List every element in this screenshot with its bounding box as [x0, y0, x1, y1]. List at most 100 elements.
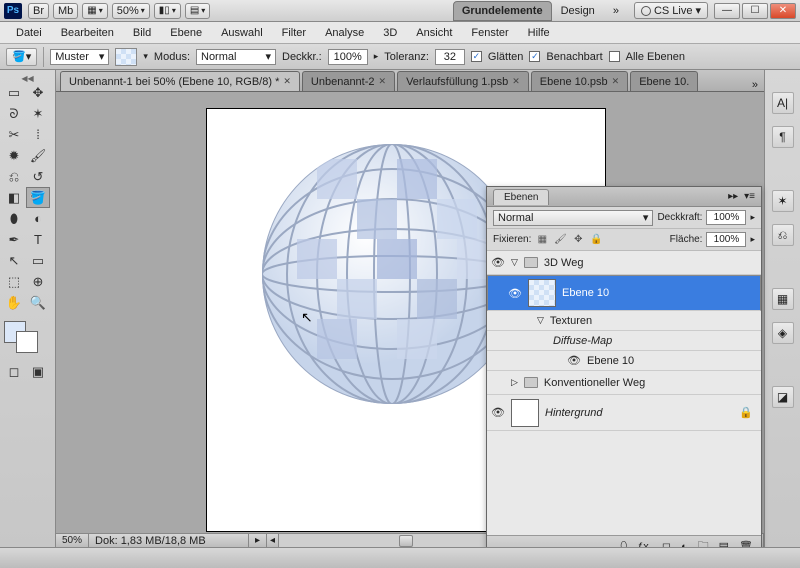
screen-mode-button[interactable]: ▮▯▾	[154, 3, 181, 19]
layer-diffusemap[interactable]: Diffuse-Map	[487, 331, 761, 351]
menu-datei[interactable]: Datei	[8, 25, 50, 41]
info-menu[interactable]: ▸	[249, 534, 267, 547]
minimize-button[interactable]: —	[714, 3, 740, 19]
3d-tool[interactable]: ⬚	[2, 271, 26, 292]
color-swatches[interactable]	[2, 319, 53, 355]
tabs-overflow[interactable]: »	[746, 79, 764, 91]
visibility-icon[interactable]: 👁	[508, 286, 522, 300]
close-icon[interactable]: ✕	[283, 76, 291, 87]
menu-fenster[interactable]: Fenster	[463, 25, 516, 41]
pen-tool[interactable]: ✒	[2, 229, 26, 250]
disclosure-icon[interactable]: ▽	[511, 257, 518, 268]
dodge-tool[interactable]: ◐	[26, 208, 50, 229]
stamp-tool[interactable]: ⎌	[2, 166, 26, 187]
clone-icon[interactable]: ⎌	[772, 224, 794, 246]
close-icon[interactable]: ✕	[612, 76, 620, 87]
cslive-button[interactable]: CS Live▾	[634, 2, 708, 19]
doc-tab-3[interactable]: Verlaufsfüllung 1.psb✕	[397, 71, 529, 91]
type-tool[interactable]: T	[26, 229, 50, 250]
alllayers-checkbox[interactable]	[609, 51, 620, 62]
tool-preset-button[interactable]: 🪣▾	[6, 48, 37, 66]
workspace-design[interactable]: Design	[552, 1, 604, 21]
zoom-readout[interactable]: 50%	[56, 534, 89, 547]
opacity-input[interactable]	[328, 49, 368, 65]
visibility-icon[interactable]: 👁	[491, 256, 505, 270]
character-icon[interactable]: A|	[772, 92, 794, 114]
layers-dock-icon[interactable]: ◪	[772, 386, 794, 408]
workspace-more[interactable]: »	[604, 1, 628, 21]
layer-group-3dweg[interactable]: 👁 ▽ 3D Weg	[487, 251, 761, 275]
marquee-tool[interactable]: ▭	[2, 82, 26, 103]
layer-ebene10[interactable]: 👁 Ebene 10	[487, 275, 761, 311]
layers-tab[interactable]: Ebenen	[493, 189, 549, 205]
menu-bild[interactable]: Bild	[125, 25, 159, 41]
collapse-icon[interactable]: ◀◀	[2, 74, 53, 82]
eyedropper-tool[interactable]: ⁞	[26, 124, 50, 145]
shape-tool[interactable]: ▭	[26, 250, 50, 271]
history-brush-tool[interactable]: ↺	[26, 166, 50, 187]
layer-sub-ebene10[interactable]: 👁 Ebene 10	[487, 351, 761, 371]
layer-thumbnail[interactable]	[528, 279, 556, 307]
menu-hilfe[interactable]: Hilfe	[520, 25, 558, 41]
arrange-button[interactable]: ▦▾	[82, 3, 107, 19]
maximize-button[interactable]: ☐	[742, 3, 768, 19]
menu-auswahl[interactable]: Auswahl	[213, 25, 271, 41]
panel-menu-icon[interactable]: ▾≡	[744, 191, 755, 202]
close-icon[interactable]: ✕	[512, 76, 520, 87]
workspace-grundelemente[interactable]: Grundelemente	[453, 1, 552, 21]
lock-transparent-icon[interactable]: ▦	[535, 233, 549, 247]
scrollbar-thumb[interactable]	[399, 535, 413, 547]
menu-bearbeiten[interactable]: Bearbeiten	[53, 25, 122, 41]
heal-tool[interactable]: ✹	[2, 145, 26, 166]
wand-tool[interactable]: ✶	[26, 103, 50, 124]
background-swatch[interactable]	[16, 331, 38, 353]
lasso-tool[interactable]: ᘐ	[2, 103, 26, 124]
blur-tool[interactable]: ⬮	[2, 208, 26, 229]
brush-tool[interactable]: 🖌	[26, 145, 50, 166]
move-tool[interactable]: ✥	[26, 82, 50, 103]
minibridge-button[interactable]: Mb	[53, 3, 78, 19]
tolerance-input[interactable]	[435, 49, 465, 65]
crop-tool[interactable]: ✂	[2, 124, 26, 145]
zoom-tool[interactable]: 🔍	[26, 292, 50, 313]
3d-camera-tool[interactable]: ⊕	[26, 271, 50, 292]
close-button[interactable]: ✕	[770, 3, 796, 19]
menu-ansicht[interactable]: Ansicht	[408, 25, 460, 41]
lock-all-icon[interactable]: 🔒	[589, 233, 603, 247]
eraser-tool[interactable]: ◧	[2, 187, 26, 208]
bridge-button[interactable]: Br	[28, 3, 49, 19]
zoom-dropdown[interactable]: 50%▾	[112, 3, 150, 19]
screenmode-button[interactable]: ▣	[26, 361, 50, 382]
path-tool[interactable]: ↖	[2, 250, 26, 271]
paragraph-icon[interactable]: ¶	[772, 126, 794, 148]
doc-info[interactable]: Dok: 1,83 MB/18,8 MB	[89, 534, 249, 547]
bucket-tool[interactable]: 🪣	[26, 187, 50, 208]
layer-group-konventionell[interactable]: 👁 ▷ Konventioneller Weg	[487, 371, 761, 395]
blend-mode-select[interactable]: Normal▾	[196, 49, 276, 65]
layer-hintergrund[interactable]: 👁 Hintergrund 🔒	[487, 395, 761, 431]
disclosure-icon[interactable]: ▷	[511, 377, 518, 388]
menu-ebene[interactable]: Ebene	[162, 25, 210, 41]
visibility-icon[interactable]: 👁	[567, 354, 581, 368]
brushes-icon[interactable]: ✶	[772, 190, 794, 212]
visibility-icon[interactable]: 👁	[491, 406, 505, 420]
panel-collapse-icon[interactable]: ▸▸	[728, 191, 738, 202]
disclosure-icon[interactable]: ▽	[537, 315, 544, 326]
lock-pixels-icon[interactable]: 🖌	[553, 233, 567, 247]
doc-tab-1[interactable]: Unbenannt-1 bei 50% (Ebene 10, RGB/8) *✕	[60, 71, 300, 91]
navigator-icon[interactable]: ▦	[772, 288, 794, 310]
layer-texturen[interactable]: ▽ Texturen	[487, 311, 761, 331]
menu-analyse[interactable]: Analyse	[317, 25, 372, 41]
extras-button[interactable]: ▤▾	[185, 3, 210, 19]
scroll-left-button[interactable]: ◂	[267, 534, 279, 547]
layer-thumbnail[interactable]	[511, 399, 539, 427]
fill-source-select[interactable]: Muster▾	[50, 49, 109, 65]
menu-3d[interactable]: 3D	[375, 25, 405, 41]
lock-position-icon[interactable]: ✥	[571, 233, 585, 247]
antialias-checkbox[interactable]: ✓	[471, 51, 482, 62]
fill-input[interactable]	[706, 232, 746, 247]
contiguous-checkbox[interactable]: ✓	[529, 51, 540, 62]
doc-tab-2[interactable]: Unbenannt-2✕	[302, 71, 395, 91]
quickmask-button[interactable]: ◻	[2, 361, 26, 382]
menu-filter[interactable]: Filter	[274, 25, 314, 41]
